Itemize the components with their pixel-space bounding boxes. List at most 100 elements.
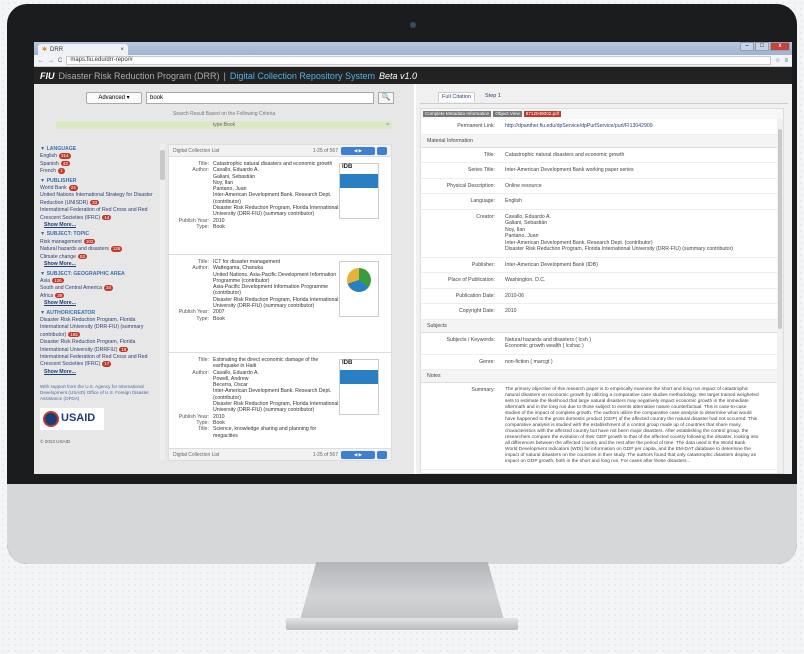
screen: ✱ DRR × – □ x ← → C maps.fiu.edu/drr-rep…: [34, 42, 792, 474]
tab-close-icon[interactable]: ×: [120, 47, 124, 53]
metadata-chips: Complete Metadata Information Object Vie…: [421, 109, 783, 119]
facet-item[interactable]: Disaster Risk Reduction Program, Florida…: [40, 317, 158, 339]
results-list: Digital Collection List 1-25 of 567 ◀ ▶ …: [168, 144, 392, 461]
facet-count-badge: 314: [59, 153, 71, 159]
metadata-row: Title: Catastrophic natural disasters and…: [421, 148, 783, 163]
record-type-value: Book: [213, 315, 225, 322]
browser-tab[interactable]: ✱ DRR ×: [38, 44, 128, 55]
pagination-next-button[interactable]: [377, 146, 387, 155]
close-window-button[interactable]: x: [770, 42, 790, 51]
minimize-button[interactable]: –: [740, 42, 754, 51]
result-record[interactable]: Title: Catastrophic natural disasters and…: [169, 157, 391, 255]
detail-scrollbar[interactable]: [777, 119, 783, 473]
facet-item[interactable]: International Federation of Red Cross an…: [40, 207, 158, 222]
subject-fields: Subjects / Keywords: Natural hazards and …: [421, 333, 783, 370]
metadata-label: Publisher:: [471, 261, 495, 268]
metadata-value: Washington, D.C.: [505, 277, 546, 283]
facet-item-label: Spanish: [40, 160, 59, 167]
thumbnail-cover-band: [340, 370, 378, 384]
record-author-value: Cavallo, Eduardo A. Powell, Andrew Becerra…: [213, 370, 341, 414]
summary-text: The primary objective of this research p…: [505, 387, 759, 464]
facet-count-badge: 24: [68, 185, 78, 191]
facet-heading[interactable]: ▼ PUBLISHER: [40, 178, 158, 185]
facet-count-badge: 14: [102, 214, 112, 221]
chip-object-view[interactable]: Object View: [493, 111, 522, 117]
facet-heading[interactable]: ▼ LANGUAGE: [40, 146, 158, 153]
metadata-row: Place of Publication: Washington, D.C.: [421, 273, 783, 289]
reload-icon[interactable]: C: [58, 58, 62, 64]
pagination-button[interactable]: ◀ ▶: [341, 146, 375, 155]
facet-heading[interactable]: ▼ SUBJECT: GEOGRAPHIC AREA: [40, 271, 158, 278]
show-more-link[interactable]: Show More...: [40, 369, 158, 376]
chip-pdf-file[interactable]: 8712049002.pdf: [523, 111, 562, 117]
result-record[interactable]: Title: ICT for disaster management Author:…: [169, 255, 391, 353]
usaid-logo: USAID: [40, 408, 104, 431]
facet-scrollbar[interactable]: [160, 144, 165, 460]
back-icon[interactable]: ←: [38, 58, 44, 64]
facet-count-badge: 39: [55, 292, 65, 299]
author-name: Inter-American Development Bank. Researc…: [213, 388, 332, 401]
metadata-value: Online resource: [505, 182, 542, 189]
author-name: Disaster Risk Reduction Program, Florida…: [213, 401, 339, 414]
detail-tabs: Full Citation Step 1: [420, 84, 788, 104]
facet-item[interactable]: Spanish 43: [40, 160, 158, 168]
facet-count-badge: 33: [90, 199, 100, 206]
facet-item[interactable]: South and Central America 34: [40, 285, 158, 292]
pagination-button-bottom[interactable]: ◀ ▶: [341, 450, 375, 459]
tab-full-citation[interactable]: Full Citation: [438, 92, 476, 102]
record-thumbnail[interactable]: [339, 261, 379, 317]
facet-item[interactable]: Asia 126: [40, 277, 158, 285]
star-icon[interactable]: ☆: [775, 57, 780, 64]
monitor-chin: [7, 484, 797, 564]
facet-item[interactable]: International Federation of Red Cross an…: [40, 354, 158, 369]
version-label: Beta v1.0: [378, 70, 417, 81]
facet-item[interactable]: Disaster Risk Reduction Program, Florida…: [40, 339, 158, 354]
facet-item[interactable]: Natural hazards and disasters 126: [40, 246, 158, 253]
metadata-label: Title:: [483, 151, 495, 158]
facet-heading[interactable]: ▼ AUTHOR/CREATOR: [40, 310, 158, 317]
record-thumbnail[interactable]: IDB: [339, 163, 379, 219]
facet-heading[interactable]: ▼ SUBJECT: TOPIC: [40, 231, 158, 238]
metadata-row: Series Title: Inter-American Development …: [421, 163, 783, 179]
record-title-label: Title:: [197, 357, 209, 363]
pagination-next-button-bottom[interactable]: [377, 450, 387, 459]
facet-item[interactable]: United Nations International Strategy fo…: [40, 192, 158, 207]
maximize-button[interactable]: □: [755, 42, 769, 51]
show-more-link[interactable]: Show More...: [40, 261, 158, 268]
metadata-row: Publisher: Inter-American Development Ban…: [421, 258, 783, 273]
facet-item[interactable]: English 314: [40, 153, 158, 160]
results-footer-count: 1-25 of 567: [312, 451, 338, 458]
chip-complete-metadata[interactable]: Complete Metadata Information: [423, 111, 492, 117]
address-bar[interactable]: maps.fiu.edu/drr-repo/#: [66, 56, 772, 65]
facet-item[interactable]: Risk management 102: [40, 238, 158, 246]
permanent-link[interactable]: http://dpanther.fiu.edu/dpService/dpPurl…: [505, 123, 759, 130]
show-more-link[interactable]: Show More...: [40, 222, 158, 229]
facet-item[interactable]: Climate change 53: [40, 253, 158, 261]
search-input[interactable]: book: [146, 92, 374, 104]
facet-item[interactable]: French 1: [40, 168, 158, 175]
advanced-search-dropdown[interactable]: Advanced ▾: [86, 92, 142, 104]
facet-list: ▼ LANGUAGE English 314 Spanish 43 French 1 ▼ PU…: [40, 146, 158, 376]
metadata-value: 2010: [505, 308, 517, 314]
menu-icon[interactable]: ≡: [784, 58, 788, 64]
facet-item[interactable]: World Bank 24: [40, 185, 158, 192]
facet-count-badge: 126: [110, 246, 123, 252]
metadata-label: Copyright Date:: [458, 308, 495, 314]
permanent-link-label: Permanent Link:: [457, 123, 495, 129]
tab-step-1[interactable]: Step 1: [485, 93, 501, 103]
record-title-value[interactable]: Estimating the direct economic damage of…: [213, 357, 341, 370]
window-controls: – □ x: [740, 42, 790, 51]
show-more-link[interactable]: Show More...: [40, 300, 158, 307]
forward-icon[interactable]: →: [48, 58, 54, 64]
record-thumbnail[interactable]: IDB: [339, 359, 379, 415]
metadata-label: Physical Description:: [446, 182, 495, 189]
thumbnail-globe-icon: [347, 268, 371, 292]
facet-item-label: Disaster Risk Reduction Program, Florida…: [40, 316, 144, 338]
facet-sidebar: ▼ LANGUAGE English 314 Spanish 43 French 1 ▼ PU…: [40, 144, 158, 446]
header-separator: |: [223, 70, 226, 81]
search-criteria-hint: Search Result Based on the Following Cri…: [172, 111, 276, 117]
metadata-value: non-fiction ( marcgt ): [505, 358, 553, 365]
facet-item[interactable]: Africa 39: [40, 292, 158, 300]
remove-filter-icon[interactable]: ×: [386, 121, 389, 129]
search-button[interactable]: 🔍: [378, 92, 394, 104]
